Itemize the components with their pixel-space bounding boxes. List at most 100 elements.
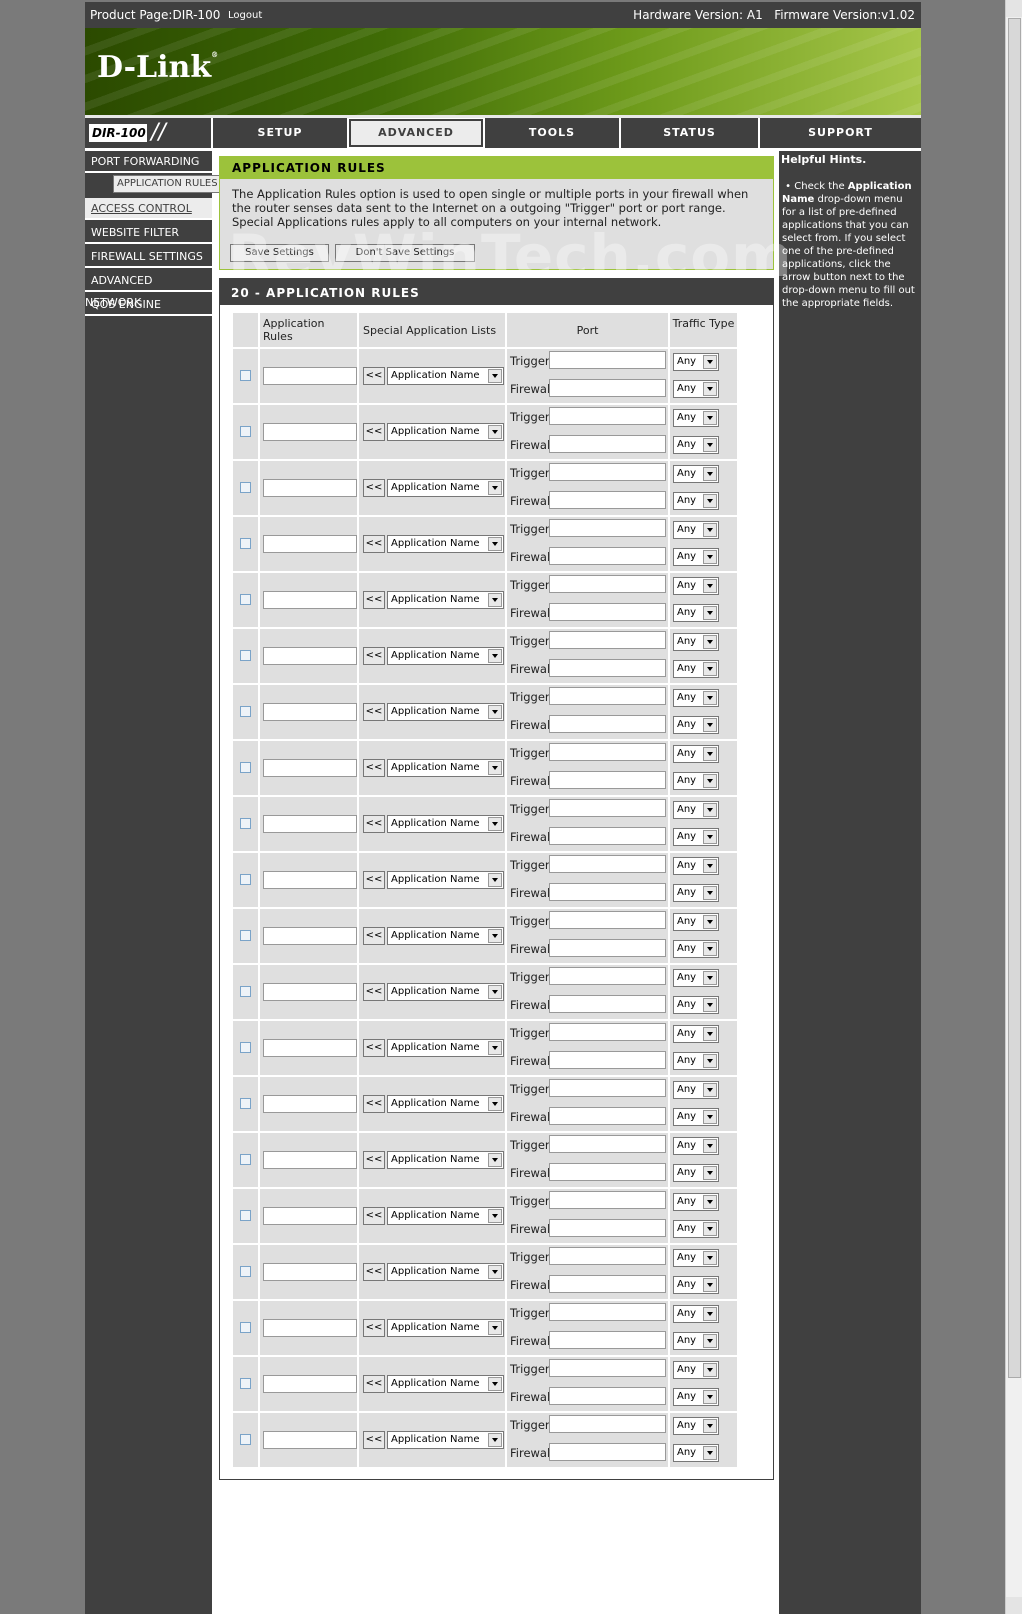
rule-name-input[interactable] (263, 983, 357, 1001)
firewall-traffic-select[interactable]: Any (673, 1332, 719, 1350)
trigger-traffic-select[interactable]: Any (673, 745, 719, 763)
rule-name-input[interactable] (263, 1375, 357, 1393)
trigger-port-input[interactable] (549, 1135, 666, 1153)
rule-name-input[interactable] (263, 1263, 357, 1281)
trigger-traffic-select[interactable]: Any (673, 1417, 719, 1435)
trigger-port-input[interactable] (549, 911, 666, 929)
trigger-traffic-select[interactable]: Any (673, 1081, 719, 1099)
firewall-port-input[interactable] (549, 1443, 666, 1461)
firewall-port-input[interactable] (549, 1275, 666, 1293)
firewall-traffic-select[interactable]: Any (673, 548, 719, 566)
enable-checkbox[interactable] (240, 1098, 251, 1109)
application-name-select[interactable]: Application Name (387, 1039, 504, 1057)
trigger-traffic-select[interactable]: Any (673, 1193, 719, 1211)
application-name-select[interactable]: Application Name (387, 871, 504, 889)
dont-save-settings-button[interactable]: Don't Save Settings (335, 244, 475, 262)
firewall-port-input[interactable] (549, 1163, 666, 1181)
trigger-port-input[interactable] (549, 519, 666, 537)
firewall-port-input[interactable] (549, 603, 666, 621)
firewall-traffic-select[interactable]: Any (673, 1164, 719, 1182)
application-name-select[interactable]: Application Name (387, 1095, 504, 1113)
nav-port-forwarding[interactable]: PORT FORWARDING (85, 151, 212, 173)
trigger-traffic-select[interactable]: Any (673, 577, 719, 595)
fill-arrow-button[interactable]: << (363, 1095, 385, 1113)
nav-application-rules[interactable]: APPLICATION RULES (113, 175, 230, 193)
tab-tools[interactable]: TOOLS (485, 118, 619, 148)
trigger-port-input[interactable] (549, 967, 666, 985)
trigger-traffic-select[interactable]: Any (673, 409, 719, 427)
nav-access-control[interactable]: ACCESS CONTROL (85, 198, 212, 220)
application-name-select[interactable]: Application Name (387, 647, 504, 665)
application-name-select[interactable]: Application Name (387, 479, 504, 497)
firewall-port-input[interactable] (549, 1387, 666, 1405)
rule-name-input[interactable] (263, 815, 357, 833)
fill-arrow-button[interactable]: << (363, 1207, 385, 1225)
firewall-port-input[interactable] (549, 883, 666, 901)
firewall-port-input[interactable] (549, 435, 666, 453)
rule-name-input[interactable] (263, 759, 357, 777)
application-name-select[interactable]: Application Name (387, 535, 504, 553)
trigger-traffic-select[interactable]: Any (673, 1249, 719, 1267)
application-name-select[interactable]: Application Name (387, 1319, 504, 1337)
application-name-select[interactable]: Application Name (387, 367, 504, 385)
firewall-port-input[interactable] (549, 1051, 666, 1069)
trigger-port-input[interactable] (549, 351, 666, 369)
enable-checkbox[interactable] (240, 986, 251, 997)
rule-name-input[interactable] (263, 871, 357, 889)
rule-name-input[interactable] (263, 367, 357, 385)
trigger-port-input[interactable] (549, 407, 666, 425)
trigger-port-input[interactable] (549, 1247, 666, 1265)
rule-name-input[interactable] (263, 1151, 357, 1169)
trigger-traffic-select[interactable]: Any (673, 1305, 719, 1323)
trigger-traffic-select[interactable]: Any (673, 1137, 719, 1155)
firewall-traffic-select[interactable]: Any (673, 828, 719, 846)
enable-checkbox[interactable] (240, 650, 251, 661)
enable-checkbox[interactable] (240, 482, 251, 493)
fill-arrow-button[interactable]: << (363, 1151, 385, 1169)
enable-checkbox[interactable] (240, 1434, 251, 1445)
rule-name-input[interactable] (263, 591, 357, 609)
rule-name-input[interactable] (263, 927, 357, 945)
trigger-traffic-select[interactable]: Any (673, 521, 719, 539)
enable-checkbox[interactable] (240, 874, 251, 885)
application-name-select[interactable]: Application Name (387, 815, 504, 833)
firewall-traffic-select[interactable]: Any (673, 884, 719, 902)
firewall-traffic-select[interactable]: Any (673, 940, 719, 958)
enable-checkbox[interactable] (240, 762, 251, 773)
trigger-traffic-select[interactable]: Any (673, 465, 719, 483)
fill-arrow-button[interactable]: << (363, 983, 385, 1001)
trigger-port-input[interactable] (549, 1415, 666, 1433)
enable-checkbox[interactable] (240, 1154, 251, 1165)
trigger-port-input[interactable] (549, 463, 666, 481)
application-name-select[interactable]: Application Name (387, 1151, 504, 1169)
trigger-port-input[interactable] (549, 1023, 666, 1041)
firewall-traffic-select[interactable]: Any (673, 380, 719, 398)
enable-checkbox[interactable] (240, 930, 251, 941)
trigger-port-input[interactable] (549, 1079, 666, 1097)
firewall-port-input[interactable] (549, 1219, 666, 1237)
enable-checkbox[interactable] (240, 1378, 251, 1389)
rule-name-input[interactable] (263, 647, 357, 665)
trigger-traffic-select[interactable]: Any (673, 801, 719, 819)
enable-checkbox[interactable] (240, 538, 251, 549)
application-name-select[interactable]: Application Name (387, 927, 504, 945)
trigger-port-input[interactable] (549, 799, 666, 817)
application-name-select[interactable]: Application Name (387, 1207, 504, 1225)
fill-arrow-button[interactable]: << (363, 647, 385, 665)
trigger-traffic-select[interactable]: Any (673, 689, 719, 707)
tab-status[interactable]: STATUS (621, 118, 758, 148)
rule-name-input[interactable] (263, 1039, 357, 1057)
firewall-port-input[interactable] (549, 491, 666, 509)
trigger-traffic-select[interactable]: Any (673, 913, 719, 931)
trigger-traffic-select[interactable]: Any (673, 353, 719, 371)
application-name-select[interactable]: Application Name (387, 423, 504, 441)
fill-arrow-button[interactable]: << (363, 1431, 385, 1449)
enable-checkbox[interactable] (240, 706, 251, 717)
firewall-traffic-select[interactable]: Any (673, 1444, 719, 1462)
fill-arrow-button[interactable]: << (363, 423, 385, 441)
rule-name-input[interactable] (263, 703, 357, 721)
firewall-traffic-select[interactable]: Any (673, 1108, 719, 1126)
enable-checkbox[interactable] (240, 818, 251, 829)
trigger-traffic-select[interactable]: Any (673, 1025, 719, 1043)
enable-checkbox[interactable] (240, 1266, 251, 1277)
